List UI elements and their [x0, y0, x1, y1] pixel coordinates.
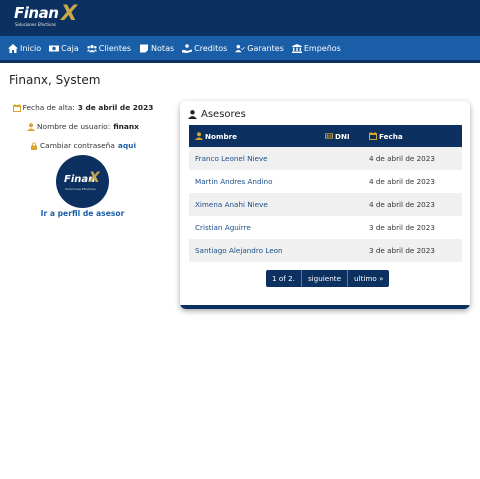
brand-x: X — [61, 1, 78, 25]
brand-name: Finan — [14, 4, 59, 22]
cell-nombre[interactable]: Franco Leonel Nieve — [189, 147, 319, 170]
cell-fecha: 4 de abril de 2023 — [369, 200, 435, 209]
nav-item-clientes[interactable]: Clientes — [86, 43, 132, 53]
col-dni-label: DNI — [335, 131, 350, 141]
fecha-alta-row: Fecha de alta: 3 de abril de 2023 — [0, 98, 166, 117]
col-header-fecha[interactable]: Fecha — [363, 125, 462, 147]
col-fecha-label: Fecha — [379, 131, 403, 141]
nav-item-inicio[interactable]: Inicio — [8, 43, 42, 53]
nav-item-label: Garantes — [247, 43, 284, 53]
col-nombre-label: Nombre — [205, 131, 238, 141]
id-card-icon — [325, 132, 333, 139]
avatar: Finan X Soluciones Efectivas — [56, 155, 109, 208]
password-row: Cambiar contraseña aqui — [0, 136, 166, 155]
table-row[interactable]: Ximena Anahi Nieve 4 de abril de 2023 — [189, 193, 462, 216]
nav-item-creditos[interactable]: Creditos — [182, 44, 227, 53]
cell-fecha: 4 de abril de 2023 — [369, 154, 435, 163]
cell-nombre[interactable]: Martin Andres Andino — [189, 170, 319, 193]
note-icon — [140, 44, 149, 52]
usuario-label: Nombre de usuario: — [37, 122, 111, 131]
cell-fecha: 3 de abril de 2023 — [369, 223, 435, 232]
avatar-brand-tagline: Soluciones Efectivas — [65, 187, 96, 191]
asesores-table: Nombre DNI Fecha Franco Leonel Nieve 4 d… — [189, 125, 462, 262]
cell-dni — [319, 216, 363, 239]
table-row[interactable]: Santiago Alejandro Leon 3 de abril de 20… — [189, 239, 462, 262]
bank-icon — [291, 43, 302, 53]
cell-nombre[interactable]: Santiago Alejandro Leon — [189, 239, 319, 262]
users-icon — [86, 44, 97, 52]
table-row[interactable]: Franco Leonel Nieve 4 de abril de 2023 — [189, 147, 462, 170]
usuario-value: finanx — [113, 122, 139, 131]
cell-nombre[interactable]: Ximena Anahi Nieve — [189, 193, 319, 216]
money-icon — [49, 45, 60, 51]
nav-item-label: Empeños — [303, 43, 341, 53]
next-page-button[interactable]: siguiente — [301, 270, 349, 287]
profile-link[interactable]: Ir a perfil de asesor — [0, 209, 165, 218]
cell-dni — [319, 170, 363, 193]
cell-dni — [319, 147, 363, 170]
card-footer-bar — [180, 305, 470, 309]
fecha-alta-value: 3 de abril de 2023 — [77, 103, 154, 112]
calendar-icon — [369, 131, 377, 140]
table-row[interactable]: Cristian Aguirre 3 de abril de 2023 — [189, 216, 462, 239]
nav-item-label: Caja — [61, 43, 79, 53]
user-icon — [195, 131, 203, 140]
user-check-icon — [235, 44, 246, 52]
password-label: Cambiar contraseña — [40, 141, 115, 150]
user-icon — [188, 110, 197, 119]
col-header-nombre[interactable]: Nombre — [189, 125, 319, 147]
asesores-card: Asesores Nombre DNI Fecha Franco Leonel … — [180, 101, 470, 309]
cell-dni — [319, 239, 363, 262]
nav-item-empenos[interactable]: Empeños — [291, 43, 341, 53]
page-indicator[interactable]: 1 of 2. — [266, 270, 302, 287]
table-header-row: Nombre DNI Fecha — [189, 125, 462, 147]
cell-nombre[interactable]: Cristian Aguirre — [189, 216, 319, 239]
nav-item-label: Notas — [151, 43, 175, 53]
user-icon — [27, 122, 36, 131]
nav-item-label: Creditos — [194, 43, 228, 53]
change-password-link[interactable]: aqui — [118, 141, 136, 150]
last-page-button[interactable]: ultimo » — [348, 270, 390, 287]
table-row[interactable]: Martin Andres Andino 4 de abril de 2023 — [189, 170, 462, 193]
avatar-brand-x: X — [89, 170, 100, 186]
nav-item-caja[interactable]: Caja — [49, 44, 79, 53]
main-nav: Inicio Caja Clientes Notas Creditos Gara… — [0, 36, 480, 63]
cell-fecha: 4 de abril de 2023 — [369, 177, 435, 186]
col-header-dni[interactable]: DNI — [319, 125, 363, 147]
top-header-bar: Finan X Soluciones Efectivas — [0, 0, 480, 36]
nav-item-label: Inicio — [20, 43, 42, 53]
fecha-alta-label: Fecha de alta: — [22, 103, 75, 112]
brand-logo[interactable]: Finan X Soluciones Efectivas — [14, 1, 86, 30]
home-icon — [8, 43, 18, 53]
hand-coin-icon — [182, 43, 193, 53]
asesores-title: Asesores — [188, 109, 246, 120]
pagination: 1 of 2. siguiente ultimo » — [266, 270, 390, 287]
cell-dni — [319, 193, 363, 216]
profile-info: Fecha de alta: 3 de abril de 2023 Nombre… — [0, 98, 166, 155]
nav-item-garantes[interactable]: Garantes — [235, 44, 284, 53]
calendar-icon — [12, 103, 21, 112]
page-title: Finanx, System — [9, 73, 101, 87]
usuario-row: Nombre de usuario: finanx — [0, 117, 166, 136]
brand-tagline: Soluciones Efectivas — [15, 22, 56, 27]
nav-item-notas[interactable]: Notas — [139, 44, 174, 53]
cell-fecha: 3 de abril de 2023 — [369, 246, 435, 255]
nav-item-label: Clientes — [98, 43, 132, 53]
asesores-title-text: Asesores — [201, 109, 246, 120]
lock-icon — [31, 141, 37, 150]
